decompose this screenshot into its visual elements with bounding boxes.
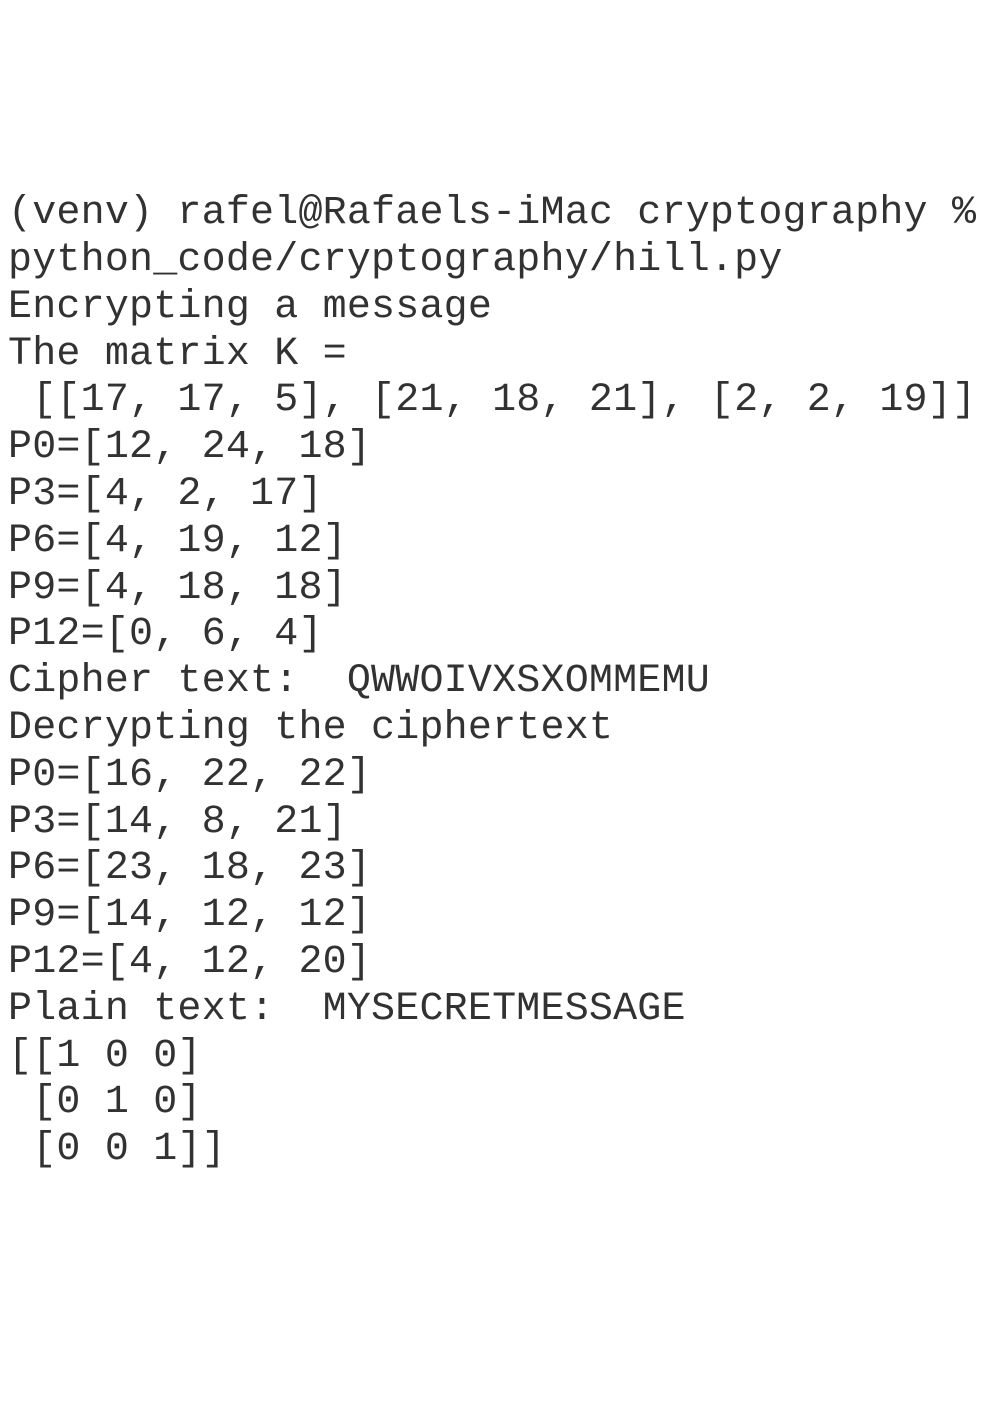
terminal-line: P3=[4, 2, 17]	[8, 472, 1000, 519]
terminal-line: Decrypting the ciphertext	[8, 706, 1000, 753]
terminal-line: P0=[12, 24, 18]	[8, 425, 1000, 472]
terminal-line: [[17, 17, 5], [21, 18, 21], [2, 2, 19]]	[8, 378, 1000, 425]
terminal-line-prompt[interactable]: (venv) rafel@Rafaels-iMac cryptography %	[8, 191, 1000, 238]
terminal-line: Encrypting a message	[8, 285, 1000, 332]
terminal-line: P12=[4, 12, 20]	[8, 940, 1000, 987]
terminal-line: P12=[0, 6, 4]	[8, 612, 1000, 659]
terminal-line: P9=[4, 18, 18]	[8, 566, 1000, 613]
terminal-line: P9=[14, 12, 12]	[8, 893, 1000, 940]
terminal-line: The matrix K =	[8, 332, 1000, 379]
terminal-line: [0 1 0]	[8, 1080, 1000, 1127]
terminal-line: [[1 0 0]	[8, 1034, 1000, 1081]
terminal-line: Plain text: MYSECRETMESSAGE	[8, 987, 1000, 1034]
terminal-line: P6=[23, 18, 23]	[8, 846, 1000, 893]
terminal-line: P0=[16, 22, 22]	[8, 753, 1000, 800]
terminal-line: [0 0 1]]	[8, 1127, 1000, 1174]
terminal-line: python_code/cryptography/hill.py	[8, 238, 1000, 285]
terminal-line: Cipher text: QWWOIVXSXOMMEMU	[8, 659, 1000, 706]
terminal-line: P3=[14, 8, 21]	[8, 800, 1000, 847]
terminal-line: P6=[4, 19, 12]	[8, 519, 1000, 566]
